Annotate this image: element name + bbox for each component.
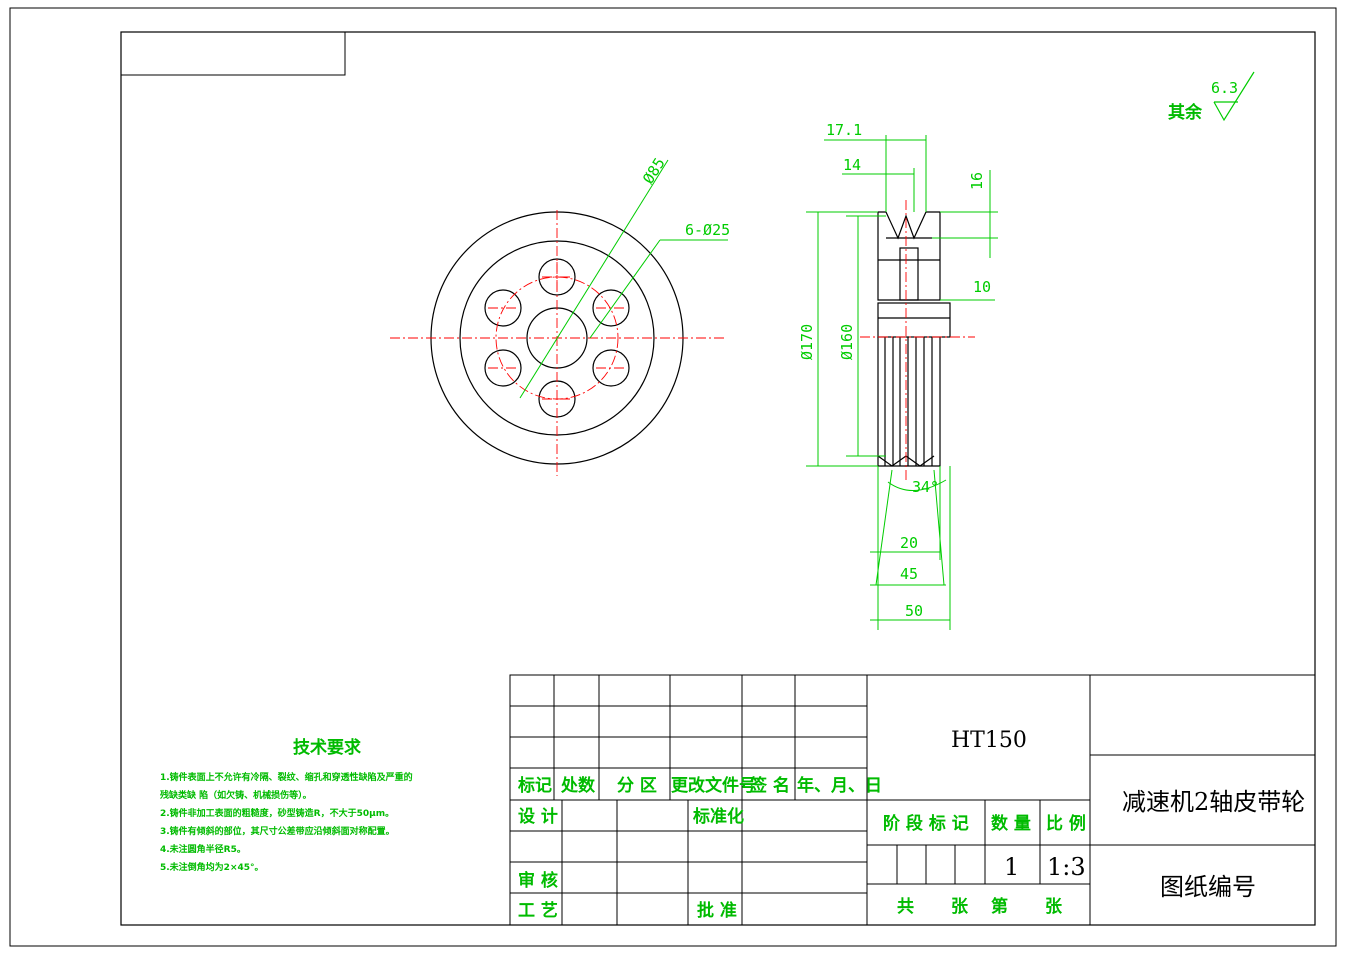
standardization-label: 标准化 (693, 806, 744, 827)
rev-header: 处数 (560, 775, 596, 796)
dim-50: 50 (905, 602, 923, 620)
sheet-unit: 张 (1045, 897, 1063, 917)
material: HT150 (951, 728, 1027, 753)
tech-item: 残缺类缺 陷（如欠铸、机械损伤等）。 (160, 789, 312, 801)
dim-d170: Ø170 (798, 324, 816, 360)
dim-14: 14 (843, 156, 861, 174)
rev-header: 分 区 (617, 776, 657, 796)
sheet-unit: 张 (951, 897, 969, 917)
dim-17-1: 17.1 (826, 121, 862, 139)
quantity-label: 数 量 (991, 813, 1031, 834)
review-label: 审 核 (518, 870, 558, 891)
rev-header: 年、月、日 (797, 775, 882, 796)
rev-header: 签 名 (749, 775, 790, 796)
roughness-value: 6.3 (1211, 79, 1238, 97)
quantity-value: 1 (1004, 853, 1019, 881)
scale-value: 1:3 (1047, 853, 1086, 881)
drawing-no-label: 图纸编号 (1160, 873, 1256, 901)
dim-d160: Ø160 (838, 324, 856, 360)
dim-10: 10 (973, 278, 991, 296)
dim-angle: 34° (912, 478, 939, 496)
tech-item: 1.铸件表面上不允许有冷隔、裂纹、缩孔和穿透性缺陷及严重的 (160, 771, 413, 783)
sheet-index: 第 (991, 896, 1008, 917)
approve-label: 批 准 (697, 900, 737, 921)
tech-item: 2.铸件非加工表面的粗糙度，砂型铸造R，不大于50μm。 (160, 807, 394, 819)
design-label: 设 计 (518, 806, 558, 827)
tech-item: 4.未注圆角半径R5。 (160, 843, 246, 855)
dim-20: 20 (900, 534, 918, 552)
roughness-symbol: 其余 6.3 (1168, 71, 1255, 123)
part-name: 减速机2轴皮带轮 (1122, 788, 1305, 816)
dim-45: 45 (900, 565, 918, 583)
side-view: 17.1 14 16 10 Ø170 Ø160 34° 20 45 50 (798, 121, 998, 630)
tech-title: 技术要求 (293, 737, 361, 758)
roughness-label: 其余 (1168, 102, 1203, 123)
stage-mark-label: 阶 段 标 记 (883, 813, 969, 834)
tech-requirements: 技术要求 1.铸件表面上不允许有冷隔、裂纹、缩孔和穿透性缺陷及严重的 残缺类缺 … (160, 737, 413, 873)
tech-item: 3.铸件有倾斜的部位，其尺寸公差带应沿倾斜面对称配置。 (160, 825, 395, 837)
process-label: 工 艺 (518, 900, 558, 921)
engineering-drawing: 其余 6.3 Ø85 6-Ø25 17.1 14 16 10 Ø170 Ø160… (9, 7, 1337, 947)
tech-item: 5.未注倒角均为2×45°。 (160, 861, 264, 873)
dim-16: 16 (968, 172, 986, 190)
rev-header: 更改文件号 (671, 775, 756, 796)
dim-bolt-circle: Ø85 (639, 155, 669, 188)
scale-label: 比 例 (1046, 813, 1086, 834)
rev-header: 标记 (518, 775, 552, 796)
front-view: Ø85 6-Ø25 (390, 155, 730, 476)
dim-holes: 6-Ø25 (685, 221, 730, 239)
title-block: 标记 处数 分 区 更改文件号 签 名 年、月、日 设 计 标准化 审 核 工 … (509, 674, 1316, 926)
sheet-total: 共 (897, 897, 914, 917)
